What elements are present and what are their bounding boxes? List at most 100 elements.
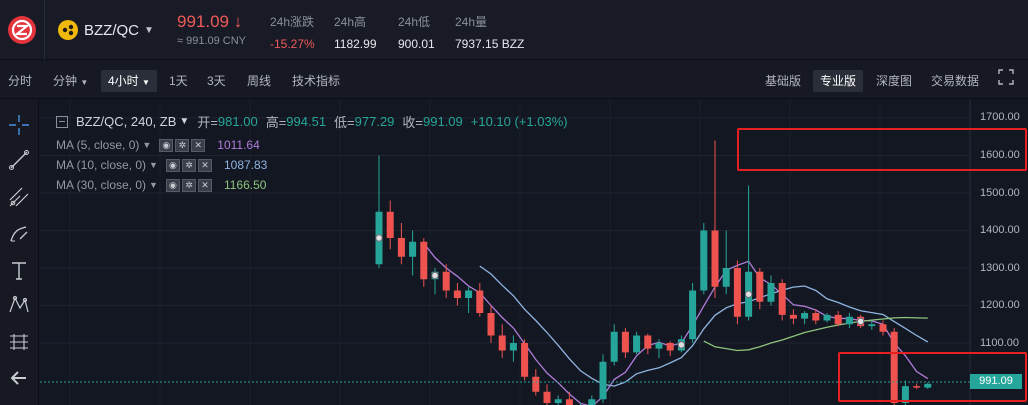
candle-body: [397, 238, 405, 257]
stat-24h-change: 24h涨跌 -15.27%: [270, 15, 315, 51]
legend-open: 981.00: [217, 114, 258, 129]
chevron-down-icon: ▼: [142, 140, 152, 150]
chevron-down-icon: ▼: [149, 160, 158, 170]
stat-24h-volume: 24h量 7937.15 BZZ: [455, 15, 525, 51]
interval-3d[interactable]: 3天: [203, 70, 230, 92]
candle-body: [834, 314, 842, 325]
legend-symbol: BZZ/QC, 240, ZB: [76, 114, 177, 129]
chevron-down-icon: ▼: [80, 78, 89, 87]
interval-week[interactable]: 周线: [243, 70, 275, 92]
candle-body: [521, 343, 529, 377]
price-axis-label: 1300.00: [980, 262, 1020, 274]
indicators-button[interactable]: 技术指标: [288, 70, 344, 92]
interval-timeline[interactable]: 分时: [4, 70, 36, 92]
last-price-cny: ≈ 991.09 CNY: [177, 35, 247, 47]
legend-close: 991.09: [423, 114, 463, 129]
candle-body: [498, 335, 506, 351]
brush-icon[interactable]: [6, 221, 32, 247]
pair-selector[interactable]: BZZ/QC ▼: [58, 19, 154, 41]
last-price: 991.09 ↓: [177, 12, 243, 31]
pattern-tool-icon[interactable]: [6, 292, 32, 318]
highlight-box-current: [838, 352, 1027, 402]
chevron-down-icon: ▼: [144, 24, 154, 36]
ma5-legend: MA (5, close, 0) ▼ ◉ ✲ ✕ 1011.64: [56, 138, 260, 152]
candle-body: [655, 343, 663, 349]
close-icon[interactable]: ✕: [191, 138, 206, 152]
exchange-logo[interactable]: [0, 0, 45, 60]
ma30-legend: MA (30, close, 0) ▼ ◉ ✲ ✕ 1166.50: [56, 178, 267, 192]
legend-low: 977.29: [354, 114, 395, 129]
legend-change: +10.10 (+1.03%): [470, 114, 568, 129]
eye-icon[interactable]: ◉: [165, 158, 180, 172]
candle-body: [420, 241, 428, 280]
view-pro[interactable]: 专业版: [813, 70, 864, 92]
candle-body: [845, 316, 853, 325]
price-axis-label: 1500.00: [980, 187, 1020, 199]
candlestick-chart[interactable]: BZZ/QC, 240, ZB ▼ 开= 981.00 高= 994.51 低= 97…: [40, 100, 1028, 405]
gear-icon[interactable]: ✲: [181, 178, 196, 192]
ohlc-legend: BZZ/QC, 240, ZB ▼ 开= 981.00 高= 994.51 低= 97…: [56, 112, 568, 131]
candle-body: [823, 314, 831, 321]
ma30-value: 1166.50: [223, 178, 267, 192]
price-axis-label: 1100.00: [980, 337, 1019, 349]
fullscreen-icon[interactable]: [994, 69, 1018, 91]
price-axis-label: 1200.00: [980, 299, 1020, 311]
chevron-down-icon: ▼: [149, 180, 158, 190]
zb-logo-icon: [8, 16, 36, 44]
chevron-down-icon[interactable]: ▼: [179, 116, 189, 127]
candle-body: [700, 230, 708, 291]
gear-icon[interactable]: ✲: [175, 138, 190, 152]
stat-24h-low: 24h低 900.01: [398, 15, 435, 51]
price-axis-label: 1700.00: [980, 111, 1020, 123]
candle-body: [509, 343, 517, 351]
trend-line-icon[interactable]: [6, 147, 32, 173]
arrow-down-icon: ↓: [233, 12, 243, 31]
candle-body: [453, 290, 461, 298]
view-basic[interactable]: 基础版: [761, 70, 805, 92]
pair-name: BZZ/QC: [84, 21, 139, 39]
candle-body: [386, 211, 394, 238]
candle-body: [565, 399, 573, 405]
measure-tool-icon[interactable]: [6, 329, 32, 355]
text-tool-icon[interactable]: [6, 257, 32, 283]
stat-24h-high: 24h高 1182.99: [334, 15, 377, 51]
ma10-value: 1087.83: [223, 158, 268, 172]
candle-body: [599, 361, 607, 400]
candle-body: [711, 230, 719, 287]
parallel-channel-icon[interactable]: [6, 184, 32, 210]
eye-icon[interactable]: ◉: [159, 138, 174, 152]
candle-body: [588, 399, 596, 405]
candle-body: [666, 343, 674, 351]
signal-dot: [677, 341, 686, 349]
candle-body: [801, 313, 809, 319]
market-header: BZZ/QC ▼ 991.09 ↓ ≈ 991.09 CNY 24h涨跌 -15…: [0, 0, 1028, 60]
collapse-legend-icon[interactable]: [56, 115, 68, 128]
arrow-left-icon[interactable]: [6, 365, 32, 391]
close-icon[interactable]: ✕: [197, 178, 212, 192]
interval-1d[interactable]: 1天: [165, 70, 192, 92]
interval-minute[interactable]: 分钟 ▼: [49, 70, 92, 92]
gear-icon[interactable]: ✲: [181, 158, 196, 172]
legend-high: 994.51: [286, 114, 327, 129]
candle-body: [733, 268, 741, 317]
signal-dot: [375, 234, 383, 242]
candle-body: [476, 290, 484, 313]
ma5-value: 1011.64: [217, 138, 260, 152]
bzz-coin-icon: [58, 20, 78, 40]
signal-dot: [431, 271, 439, 280]
view-depth[interactable]: 深度图: [872, 70, 916, 92]
ma10-legend: MA (10, close, 0) ▼ ◉ ✲ ✕ 1087.83: [56, 158, 268, 172]
candle-body: [767, 283, 775, 302]
candle-body: [487, 313, 495, 336]
crosshair-icon[interactable]: [6, 112, 32, 138]
candle-body: [633, 335, 641, 353]
view-trade-data[interactable]: 交易数据: [927, 70, 983, 92]
interval-4h[interactable]: 4小时 ▼: [101, 70, 157, 92]
highlight-box-high: [737, 128, 1027, 171]
last-price-block: 991.09 ↓ ≈ 991.09 CNY: [177, 12, 246, 47]
candle-body: [868, 324, 876, 327]
candle-body: [442, 271, 450, 291]
candle-body: [543, 391, 551, 403]
close-icon[interactable]: ✕: [197, 158, 212, 172]
eye-icon[interactable]: ◉: [165, 178, 180, 192]
